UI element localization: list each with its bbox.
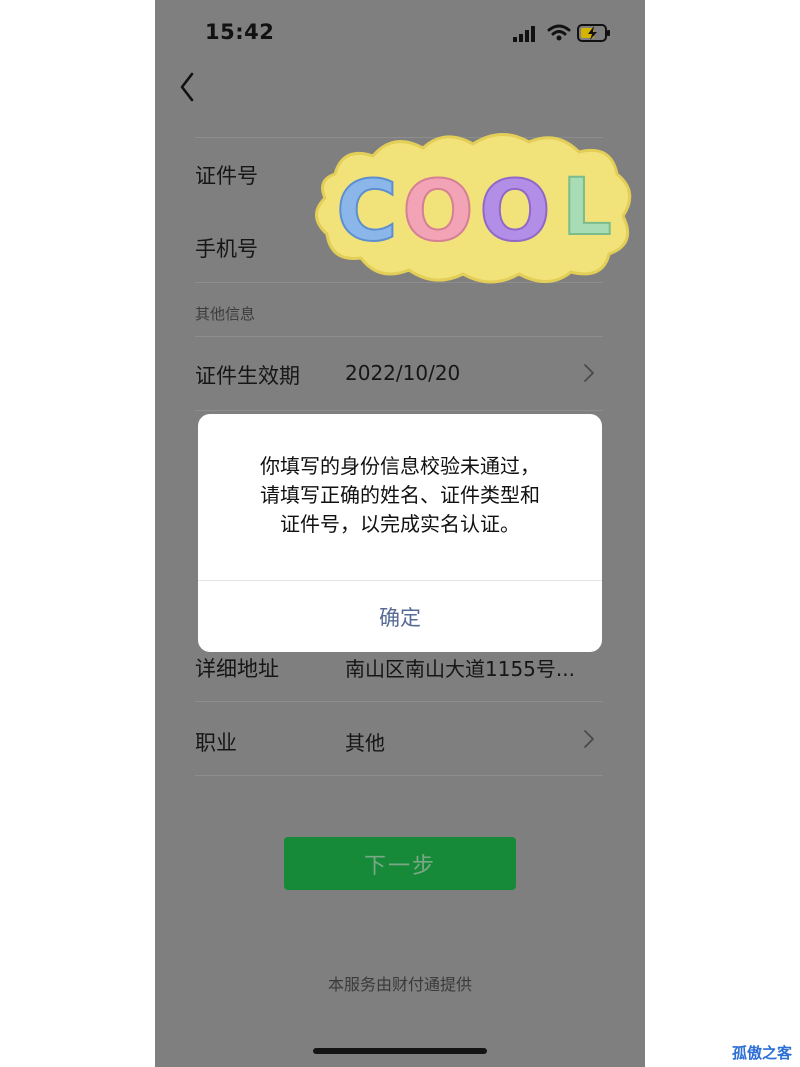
battery-charging-icon (577, 24, 610, 42)
cool-sticker: C O O L (305, 122, 640, 287)
chevron-left-icon[interactable] (173, 70, 203, 104)
divider (195, 775, 603, 776)
sticker-letter-l: L (562, 163, 612, 253)
address-value: 南山区南山大道1155号... (345, 657, 575, 681)
footer-text: 本服务由财付通提供 (327, 975, 472, 994)
dialog-line: 你填写的身份信息校验未通过， (260, 454, 540, 478)
wifi-icon (547, 24, 571, 41)
sticker-letter-o1: O (402, 162, 473, 260)
next-step-button[interactable]: 下一步 (284, 837, 516, 890)
occupation-value: 其他 (345, 731, 385, 755)
divider (195, 336, 603, 337)
occupation-label: 职业 (195, 731, 237, 755)
error-dialog: 你填写的身份信息校验未通过， 请填写正确的姓名、证件类型和 证件号，以完成实名认… (198, 414, 602, 652)
dialog-message: 你填写的身份信息校验未通过， 请填写正确的姓名、证件类型和 证件号，以完成实名认… (226, 452, 574, 539)
status-time: 15:42 (205, 20, 275, 44)
dialog-line: 请填写正确的姓名、证件类型和 (260, 483, 540, 507)
chevron-right-icon (584, 730, 594, 748)
sticker-letter-o2: O (479, 162, 550, 260)
id-number-label: 证件号 (195, 164, 258, 188)
divider (195, 701, 603, 702)
expiry-label: 证件生效期 (195, 364, 300, 388)
phone-label: 手机号 (195, 237, 258, 261)
dialog-confirm-button[interactable]: 确定 (198, 581, 602, 652)
status-bar: 15:42 (155, 18, 645, 48)
dialog-line: 证件号，以完成实名认证。 (280, 512, 520, 536)
expiry-value: 2022/10/20 (345, 361, 461, 385)
address-label: 详细地址 (195, 657, 279, 681)
section-title: 其他信息 (195, 305, 256, 323)
watermark: 孤傲之客 (732, 1044, 793, 1062)
signal-icon (513, 26, 535, 42)
home-indicator[interactable] (313, 1048, 487, 1054)
sticker-letter-c: C (336, 162, 398, 260)
chevron-right-icon (584, 364, 594, 382)
divider (195, 410, 603, 411)
